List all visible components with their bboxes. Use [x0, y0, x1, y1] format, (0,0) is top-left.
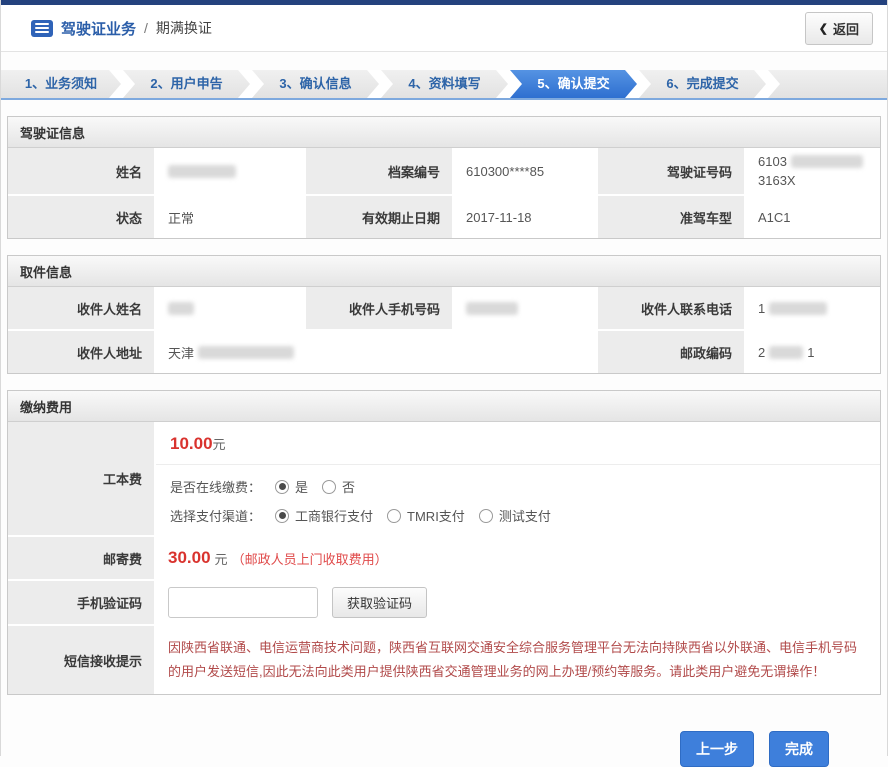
channel-option-tmri[interactable]: TMRI支付: [387, 506, 465, 525]
license-section-title: 驾驶证信息: [8, 117, 880, 148]
step-6-complete[interactable]: 6、完成提交: [639, 70, 766, 98]
breadcrumb-service: 驾驶证业务: [61, 18, 136, 39]
recipient-phone-label: 收件人联系电话: [598, 287, 744, 329]
address-value: 天津: [156, 331, 596, 373]
breadcrumb: 驾驶证业务 / 期满换证: [31, 18, 212, 39]
radio-unselected-icon: [479, 509, 493, 523]
finish-button[interactable]: 完成: [769, 731, 829, 767]
pickup-info-section: 取件信息 收件人姓名 收件人手机号码 收件人联系电话 1 收件人地址 天津 邮政…: [7, 255, 881, 374]
footer-actions: 上一步 完成: [1, 695, 887, 767]
back-button-label: 返回: [833, 19, 859, 38]
list-icon: [31, 20, 53, 37]
step-wizard: 1、业务须知 2、用户申告 3、确认信息 4、资料填写 5、确认提交 6、完成提…: [1, 70, 887, 100]
expiry-value: 2017-11-18: [454, 196, 596, 238]
address-label: 收件人地址: [8, 331, 154, 373]
sms-notice-text: 因陕西省联通、电信运营商技术问题，陕西省互联网交通安全综合服务管理平台无法向持陕…: [168, 632, 868, 688]
status-value: 正常: [156, 196, 304, 238]
radio-unselected-icon: [322, 480, 336, 494]
online-pay-yes-label: 是: [295, 477, 308, 496]
recipient-name-value: [156, 287, 304, 329]
online-pay-option-yes[interactable]: 是: [275, 477, 308, 496]
radio-unselected-icon: [387, 509, 401, 523]
recipient-name-label: 收件人姓名: [8, 287, 154, 329]
fee-cell: 10.00元 是否在线缴费： 是 否 选择支付渠道：: [156, 422, 880, 535]
fee-amount: 10.00: [170, 434, 213, 453]
channel-test-label: 测试支付: [499, 506, 551, 525]
postal-prefix: 2: [758, 345, 765, 360]
radio-selected-icon: [275, 509, 289, 523]
online-pay-no-label: 否: [342, 477, 355, 496]
license-no-prefix: 6103: [758, 154, 787, 169]
license-no-label: 驾驶证号码: [598, 148, 744, 194]
redacted-address: [198, 346, 294, 359]
file-no-label: 档案编号: [306, 148, 452, 194]
postage-value: 30.00元 （邮政人员上门收取费用）: [156, 537, 880, 579]
fee-amount-line: 10.00元: [156, 422, 880, 465]
captcha-row: 获取验证码: [156, 581, 880, 624]
captcha-input[interactable]: [168, 587, 318, 618]
page-header: 驾驶证业务 / 期满换证 ❮ 返回: [1, 5, 887, 52]
channel-option-test[interactable]: 测试支付: [479, 506, 551, 525]
pay-channel-row: 选择支付渠道： 工商银行支付 TMRI支付 测试支付: [170, 506, 866, 525]
name-label: 姓名: [8, 148, 154, 194]
address-prefix: 天津: [168, 343, 194, 362]
fee-unit: 元: [213, 437, 226, 452]
step-1-notice[interactable]: 1、业务须知: [1, 70, 121, 98]
breadcrumb-separator: /: [144, 20, 148, 36]
redacted-recipient-name: [168, 302, 194, 315]
postal-suffix: 1: [807, 345, 814, 360]
sms-notice-value: 因陕西省联通、电信运营商技术问题，陕西省互联网交通安全综合服务管理平台无法向持陕…: [156, 626, 880, 694]
fee-label: 工本费: [8, 422, 154, 535]
vehicle-type-value: A1C1: [746, 196, 880, 238]
online-pay-caption: 是否在线缴费：: [170, 477, 261, 496]
pay-channel-caption: 选择支付渠道：: [170, 506, 261, 525]
breadcrumb-page: 期满换证: [156, 18, 212, 38]
redacted-postal: [769, 346, 803, 359]
postal-code-label: 邮政编码: [598, 331, 744, 373]
online-pay-option-no[interactable]: 否: [322, 477, 355, 496]
status-label: 状态: [8, 196, 154, 238]
back-button[interactable]: ❮ 返回: [805, 12, 873, 45]
redacted-recipient-phone: [769, 302, 827, 315]
radio-selected-icon: [275, 480, 289, 494]
name-value: [156, 148, 304, 194]
get-captcha-button[interactable]: 获取验证码: [332, 587, 427, 618]
step-4-fill-data[interactable]: 4、资料填写: [381, 70, 508, 98]
payment-section: 缴纳费用 工本费 10.00元 是否在线缴费： 是 否: [7, 390, 881, 695]
postage-amount: 30.00: [168, 548, 211, 568]
captcha-label: 手机验证码: [8, 581, 154, 624]
license-no-value: 6103 3163X: [746, 148, 880, 194]
channel-tmri-label: TMRI支付: [407, 506, 465, 525]
vehicle-type-label: 准驾车型: [598, 196, 744, 238]
file-no-value: 610300****85: [454, 148, 596, 194]
channel-option-icbc[interactable]: 工商银行支付: [275, 506, 373, 525]
recipient-phone-prefix: 1: [758, 301, 765, 316]
postal-code-value: 2 1: [746, 331, 880, 373]
step-3-confirm-info[interactable]: 3、确认信息: [252, 70, 379, 98]
step-5-confirm-submit[interactable]: 5、确认提交: [510, 70, 637, 98]
online-pay-row: 是否在线缴费： 是 否: [170, 477, 866, 496]
recipient-mobile-label: 收件人手机号码: [306, 287, 452, 329]
postage-note: （邮政人员上门收取费用）: [232, 549, 388, 568]
channel-icbc-label: 工商银行支付: [295, 506, 373, 525]
chevron-left-icon: ❮: [819, 22, 828, 35]
expiry-label: 有效期止日期: [306, 196, 452, 238]
license-info-section: 驾驶证信息 姓名 档案编号 610300****85 驾驶证号码 6103 31…: [7, 116, 881, 239]
redacted-name: [168, 165, 236, 178]
postage-label: 邮寄费: [8, 537, 154, 579]
previous-step-button[interactable]: 上一步: [680, 731, 754, 767]
redacted-license-no: [791, 155, 863, 168]
recipient-phone-value: 1: [746, 287, 880, 329]
sms-notice-label: 短信接收提示: [8, 626, 154, 694]
recipient-mobile-value: [454, 287, 596, 329]
payment-section-title: 缴纳费用: [8, 391, 880, 422]
license-no-suffix: 3163X: [758, 173, 796, 188]
step-2-declaration[interactable]: 2、用户申告: [123, 70, 250, 98]
step-bar-filler: [768, 70, 887, 98]
postage-unit: 元: [215, 549, 228, 568]
redacted-recipient-mobile: [466, 302, 518, 315]
pickup-section-title: 取件信息: [8, 256, 880, 287]
